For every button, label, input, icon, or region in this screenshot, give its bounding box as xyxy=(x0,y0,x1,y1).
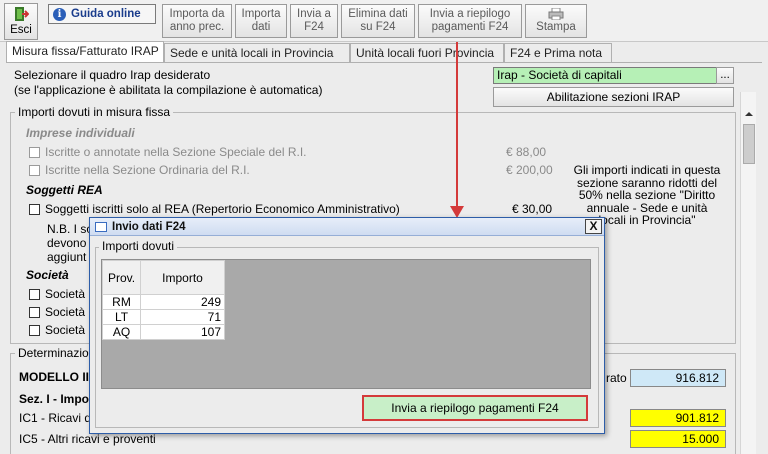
col-prov-header: Prov. xyxy=(102,260,141,295)
importa-prec-line1: Importa da xyxy=(169,8,225,20)
tab-unita-fuori-provincia[interactable]: Unità locali fuori Provincia xyxy=(350,43,504,62)
select-quadro-hint: (se l'applicazione è abilitata la compil… xyxy=(14,83,323,97)
iscritte-speciale-label: Iscritte o annotate nella Sezione Specia… xyxy=(45,145,307,159)
select-quadro-label: Selezionare il quadro Irap desiderato xyxy=(14,68,211,82)
sez-label: Sez. I - Impo xyxy=(19,392,90,406)
tab-f24-prima-nota[interactable]: F24 e Prima nota xyxy=(504,43,612,62)
row-prov: LT xyxy=(102,309,141,325)
row-prov: RM xyxy=(102,294,141,310)
scroll-up-icon[interactable] xyxy=(741,106,757,122)
iscritte-speciale-value: € 88,00 xyxy=(506,145,547,159)
importa-prec-button[interactable]: Importa da anno prec. xyxy=(162,4,232,38)
tab-misura-fissa[interactable]: Misura fissa/Fatturato IRAP xyxy=(6,41,164,63)
societa-3-checkbox[interactable] xyxy=(29,325,40,336)
soggetti-iscritti-checkbox[interactable] xyxy=(29,204,40,215)
societa-3-label: Società xyxy=(45,323,86,337)
nb-line1: N.B. I so xyxy=(47,222,94,236)
invio-dati-f24-dialog: Invio dati F24 X Importi dovuti Prov. Im… xyxy=(89,217,605,434)
toolbar: Esci i Guida online Importa da anno prec… xyxy=(0,0,768,42)
elimina-line1: Elimina dati xyxy=(348,8,408,20)
invia-riepilogo-line1: Invia a riepilogo xyxy=(429,8,511,20)
imprese-individuali-heading: Imprese individuali xyxy=(26,126,135,140)
exit-icon xyxy=(15,7,29,21)
invia-riepilogo-button[interactable]: Invia a riepilogo pagamenti F24 xyxy=(418,4,522,38)
invia-f24-line1: Invia a xyxy=(297,8,331,20)
vertical-scrollbar[interactable] xyxy=(740,92,756,454)
rato-value: 916.812 xyxy=(630,369,726,387)
row-importo: 249 xyxy=(140,294,225,310)
info-icon: i xyxy=(53,7,66,21)
col-importo-header: Importo xyxy=(140,260,225,295)
nb-line3: aggiunt xyxy=(47,250,87,264)
societa-2-checkbox[interactable] xyxy=(29,307,40,318)
soggetti-iscritti-value: € 30,00 xyxy=(512,202,553,216)
importi-table: Prov. Importo RM 249 LT 71 AQ 107 xyxy=(102,260,225,340)
modello-label: MODELLO II xyxy=(19,370,89,384)
table-row[interactable]: LT 71 xyxy=(102,309,225,325)
ic5-label: IC5 - Altri ricavi e proventi xyxy=(19,432,156,446)
window-icon xyxy=(95,222,107,232)
close-icon[interactable]: X xyxy=(585,219,602,234)
esci-button[interactable]: Esci xyxy=(4,3,38,40)
printer-icon xyxy=(548,8,564,20)
ic5-value: 15.000 xyxy=(630,430,726,448)
societa-2-label: Società xyxy=(45,305,86,319)
iscritte-speciale-checkbox[interactable] xyxy=(29,147,40,158)
societa-1-checkbox[interactable] xyxy=(29,289,40,300)
dialog-title: Invio dati F24 xyxy=(112,221,186,233)
determinazione-title: Determinazio xyxy=(15,346,92,360)
guida-label: Guida online xyxy=(71,7,141,20)
elimina-line2: su F24 xyxy=(360,21,396,33)
iscritte-ordinaria-value: € 200,00 xyxy=(506,163,553,177)
importa-dati-line2: dati xyxy=(251,21,271,33)
quadro-select-button[interactable]: ... xyxy=(716,67,734,84)
importa-prec-line2: anno prec. xyxy=(169,21,225,33)
row-importo: 107 xyxy=(140,324,225,340)
invia-f24-line2: F24 xyxy=(304,21,324,33)
highlight-arrow-line xyxy=(456,42,458,210)
esci-label: Esci xyxy=(10,24,32,36)
elimina-dati-button[interactable]: Elimina dati su F24 xyxy=(341,4,415,38)
note-line1: Gli importi indicati in questa xyxy=(573,163,721,177)
ic1-label: IC1 - Ricavi d xyxy=(19,411,92,425)
table-row[interactable]: AQ 107 xyxy=(102,324,225,340)
stampa-button[interactable]: Stampa xyxy=(525,4,587,38)
importi-dovuti-title: Importi dovuti xyxy=(99,239,178,253)
iscritte-ordinaria-label: Iscritte nella Sezione Ordinaria del R.I… xyxy=(45,163,250,177)
quadro-select[interactable]: Irap - Società di capitali xyxy=(493,67,717,84)
societa-heading: Società xyxy=(26,268,69,282)
soggetti-rea-heading: Soggetti REA xyxy=(26,183,103,197)
abilitazione-sezioni-button[interactable]: Abilitazione sezioni IRAP xyxy=(493,87,734,107)
invia-riepilogo-send-button[interactable]: Invia a riepilogo pagamenti F24 xyxy=(362,395,588,421)
invia-riepilogo-line2: pagamenti F24 xyxy=(431,21,509,33)
row-prov: AQ xyxy=(102,324,141,340)
importa-dati-button[interactable]: Importa dati xyxy=(235,4,287,38)
ic1-value: 901.812 xyxy=(630,409,726,427)
stampa-label: Stampa xyxy=(536,21,576,33)
importa-dati-line1: Importa xyxy=(241,8,281,20)
row-importo: 71 xyxy=(140,309,225,325)
nb-line2: devono xyxy=(47,236,87,250)
societa-1-label: Società xyxy=(45,287,86,301)
dialog-titlebar: Invio dati F24 X xyxy=(90,218,604,236)
invia-f24-button[interactable]: Invia a F24 xyxy=(290,4,338,38)
guida-online-button[interactable]: i Guida online xyxy=(48,4,156,24)
table-row[interactable]: RM 249 xyxy=(102,294,225,310)
scroll-thumb[interactable] xyxy=(743,124,755,164)
tab-sede-unita-locali[interactable]: Sede e unità locali in Provincia xyxy=(164,43,350,62)
iscritte-ordinaria-checkbox[interactable] xyxy=(29,165,40,176)
importi-fissa-title: Importi dovuti in misura fissa xyxy=(15,105,174,119)
note-line3: 50% nella sezione "Diritto xyxy=(578,188,716,202)
importi-grid: Prov. Importo RM 249 LT 71 AQ 107 xyxy=(101,259,591,389)
rato-label: rato xyxy=(606,371,627,385)
soggetti-iscritti-label: Soggetti iscritti solo al REA (Repertori… xyxy=(45,202,400,216)
